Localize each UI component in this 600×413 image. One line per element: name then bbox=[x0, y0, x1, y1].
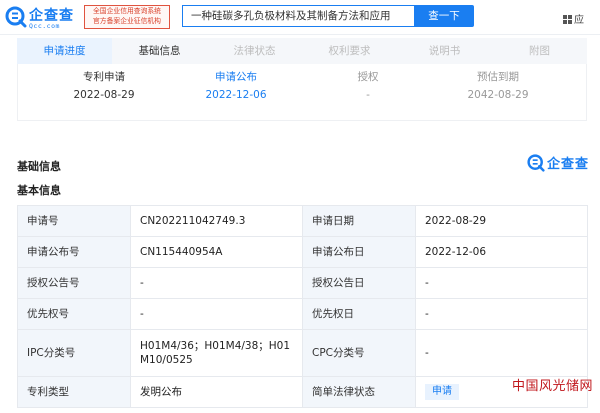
detail-tabs: 申请进度 基础信息 法律状态 权利要求 说明书 附图 bbox=[17, 38, 587, 64]
field-label: 简单法律状态 bbox=[302, 376, 416, 408]
tab-application-progress[interactable]: 申请进度 bbox=[17, 38, 112, 64]
field-label: 申请公布日 bbox=[302, 236, 416, 268]
field-label: 优先权日 bbox=[302, 298, 416, 330]
application-date: 2022-08-29 bbox=[415, 205, 588, 237]
field-label: 优先权号 bbox=[17, 298, 131, 330]
step-date: 2022-08-29 bbox=[73, 89, 135, 101]
field-label: CPC分类号 bbox=[302, 329, 416, 377]
step-date: 2022-12-06 bbox=[205, 89, 267, 101]
top-header: 企查查 Qcc.com 全国企业信用查询系统 官方备案企业征信机构 一种硅碳多孔… bbox=[0, 0, 600, 35]
table-row: 优先权号 - 优先权日 - bbox=[17, 298, 588, 330]
ipc-classification: H01M4/36；H01M4/38；H01M10/0525 bbox=[130, 329, 303, 377]
table-row: IPC分类号 H01M4/36；H01M4/38；H01M10/0525 CPC… bbox=[17, 329, 588, 377]
source-watermark: 中国风光储网 bbox=[512, 379, 594, 394]
step-label: 申请公布 bbox=[215, 71, 257, 83]
patent-type: 发明公布 bbox=[130, 376, 303, 408]
field-label: 申请公布号 bbox=[17, 236, 131, 268]
cert-line-1: 全国企业信用查询系统 bbox=[93, 7, 161, 15]
step-date: - bbox=[366, 89, 370, 101]
field-label: 专利类型 bbox=[17, 376, 131, 408]
field-label: IPC分类号 bbox=[17, 329, 131, 377]
table-row: 申请号 CN202211042749.3 申请日期 2022-08-29 bbox=[17, 205, 588, 237]
timeline-step-expiry: 预估到期 2042-08-29 bbox=[438, 70, 558, 102]
grid-icon bbox=[563, 15, 572, 24]
grant-date: - bbox=[415, 267, 588, 299]
publication-number: CN115440954A bbox=[130, 236, 303, 268]
logo-domain: Qcc.com bbox=[29, 22, 60, 30]
field-label: 申请号 bbox=[17, 205, 131, 237]
app-link-label: 应 bbox=[574, 15, 584, 26]
publication-date: 2022-12-06 bbox=[415, 236, 588, 268]
application-number: CN202211042749.3 bbox=[130, 205, 303, 237]
step-label: 专利申请 bbox=[83, 71, 125, 83]
field-label: 授权公告日 bbox=[302, 267, 416, 299]
section-title: 基础信息 bbox=[17, 160, 61, 173]
field-label: 授权公告号 bbox=[17, 267, 131, 299]
step-label: 预估到期 bbox=[477, 71, 519, 83]
basic-info-table: 申请号 CN202211042749.3 申请日期 2022-08-29 申请公… bbox=[17, 205, 588, 408]
progress-timeline: 专利申请 2022-08-29 申请公布 2022-12-06 授权 - 预估到… bbox=[17, 64, 587, 121]
field-label: 申请日期 bbox=[302, 205, 416, 237]
priority-number: - bbox=[130, 298, 303, 330]
cpc-classification: - bbox=[415, 329, 588, 377]
timeline-step-publication: 申请公布 2022-12-06 bbox=[176, 70, 296, 102]
tab-description[interactable]: 说明书 bbox=[397, 38, 492, 64]
app-download-link[interactable]: 应 bbox=[563, 11, 584, 26]
priority-date: - bbox=[415, 298, 588, 330]
legal-status-badge[interactable]: 申请 bbox=[425, 384, 459, 400]
table-row: 专利类型 发明公布 简单法律状态 申请 bbox=[17, 376, 588, 408]
search-button[interactable]: 查一下 bbox=[414, 5, 474, 27]
timeline-step-application: 专利申请 2022-08-29 bbox=[44, 70, 164, 102]
grant-number: - bbox=[130, 267, 303, 299]
tab-claims[interactable]: 权利要求 bbox=[302, 38, 397, 64]
step-date: 2042-08-29 bbox=[467, 89, 529, 101]
section-subtitle: 基本信息 bbox=[17, 184, 61, 197]
certification-badge[interactable]: 全国企业信用查询系统 官方备案企业征信机构 bbox=[84, 5, 170, 29]
table-row: 申请公布号 CN115440954A 申请公布日 2022-12-06 bbox=[17, 236, 588, 268]
step-label: 授权 bbox=[357, 71, 379, 83]
qcc-logo-icon bbox=[5, 6, 27, 28]
cert-line-2: 官方备案企业征信机构 bbox=[93, 17, 161, 25]
qcc-watermark: 企查查 bbox=[527, 153, 593, 173]
tab-drawings[interactable]: 附图 bbox=[492, 38, 587, 64]
qcc-logo[interactable]: 企查查 Qcc.com bbox=[5, 5, 85, 30]
qcc-logo-icon bbox=[527, 154, 545, 172]
watermark-name: 企查查 bbox=[547, 157, 590, 172]
tab-basic-info[interactable]: 基础信息 bbox=[112, 38, 207, 64]
table-row: 授权公告号 - 授权公告日 - bbox=[17, 267, 588, 299]
timeline-step-grant: 授权 - bbox=[308, 70, 428, 102]
search-input[interactable]: 一种硅碳多孔负极材料及其制备方法和应用 bbox=[182, 5, 414, 27]
tab-legal-status[interactable]: 法律状态 bbox=[207, 38, 302, 64]
